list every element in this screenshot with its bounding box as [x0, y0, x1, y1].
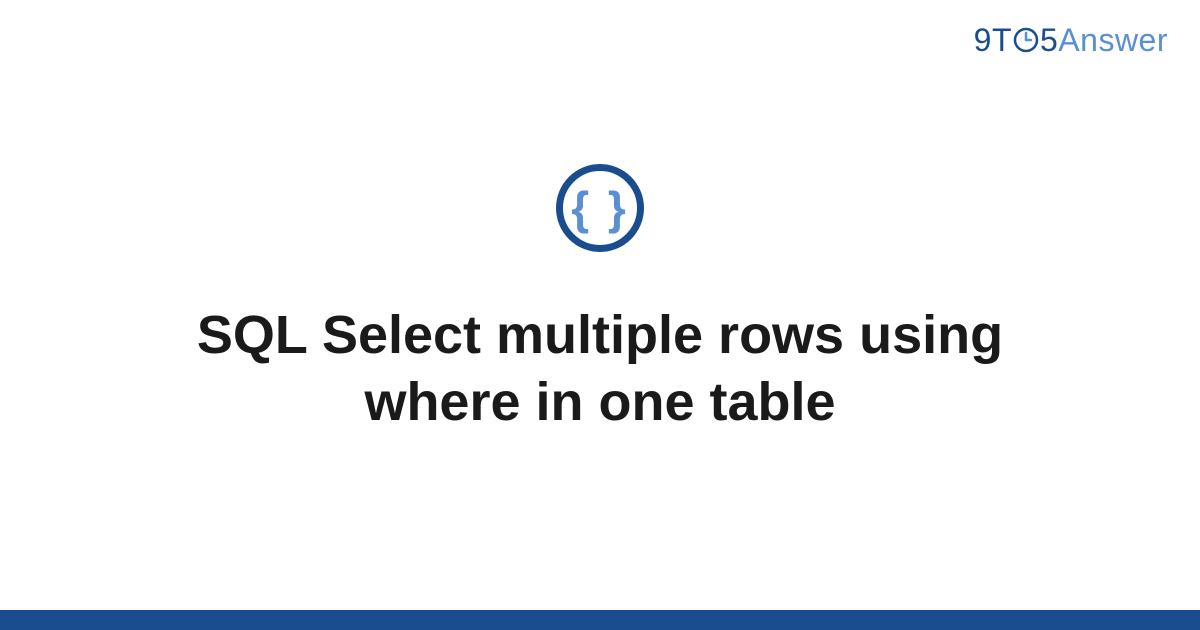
category-badge: { }: [556, 164, 644, 252]
footer-bar: [0, 610, 1200, 630]
main-content: { } SQL Select multiple rows using where…: [0, 0, 1200, 630]
page-title: SQL Select multiple rows using where in …: [120, 302, 1080, 437]
code-braces-icon: { }: [571, 185, 629, 231]
